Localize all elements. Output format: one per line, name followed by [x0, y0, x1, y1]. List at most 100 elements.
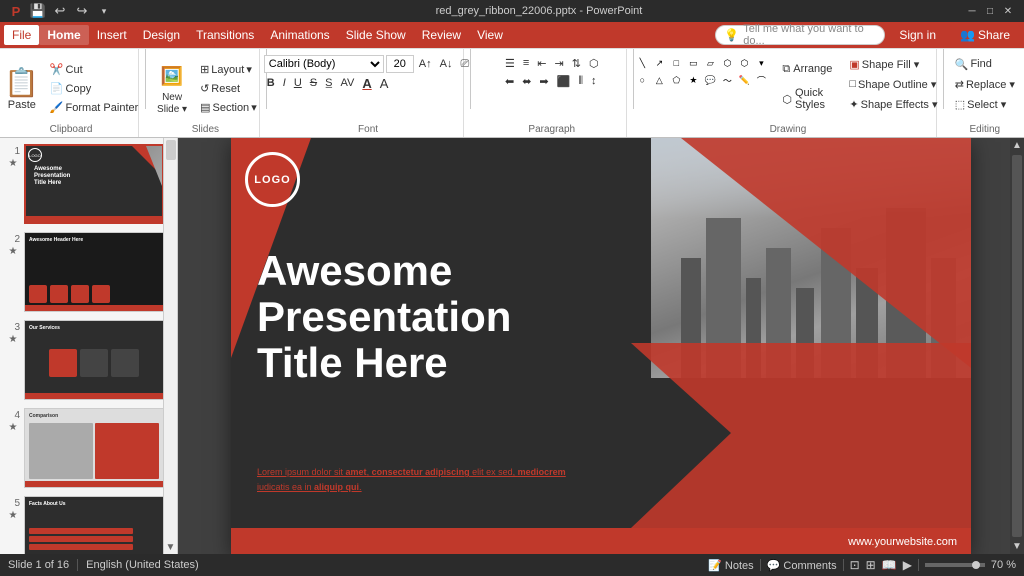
slide-preview-4[interactable]: Comparison	[24, 408, 164, 488]
font-color-highlight[interactable]: A	[377, 75, 392, 91]
numbered-list-button[interactable]: ≡	[520, 55, 532, 71]
font-color-a[interactable]: A	[359, 75, 374, 91]
menu-transitions[interactable]: Transitions	[188, 25, 262, 45]
shape-arrow[interactable]: ↗	[651, 55, 667, 71]
shape-curve[interactable]: 〜	[719, 72, 735, 88]
shape-circle[interactable]: ○	[634, 72, 650, 88]
shape-star[interactable]: ★	[685, 72, 701, 88]
menu-slideshow[interactable]: Slide Show	[338, 25, 414, 45]
font-name-select[interactable]: Calibri (Body)	[264, 55, 384, 73]
scroll-down-btn[interactable]: ▼	[164, 541, 177, 554]
underline-button[interactable]: U	[291, 75, 305, 91]
char-spacing-button[interactable]: AV	[337, 75, 357, 91]
slide-preview-3[interactable]: Our Services	[24, 320, 164, 400]
tell-me-input[interactable]: 💡 Tell me what you want to do...	[715, 25, 885, 45]
undo-button[interactable]: ↩	[50, 1, 70, 21]
find-button[interactable]: 🔍 Find	[951, 55, 996, 73]
convert-to-smartart[interactable]: ⬡	[586, 55, 602, 71]
scroll-thumb[interactable]	[166, 140, 176, 160]
reset-button[interactable]: ↺ Reset	[196, 80, 261, 98]
zoom-slider[interactable]	[925, 563, 985, 567]
shape-parallelogram[interactable]: ▱	[702, 55, 718, 71]
shape-effects-button[interactable]: ✦ Shape Effects ▾	[845, 95, 941, 113]
replace-button[interactable]: ⇄ Replace ▾	[951, 75, 1019, 93]
shape-outline-button[interactable]: □ Shape Outline ▾	[845, 75, 941, 93]
copy-button[interactable]: 📄 Copy	[46, 80, 142, 98]
strikethrough-button[interactable]: S	[307, 75, 320, 91]
shape-rounded-rect[interactable]: ▭	[685, 55, 701, 71]
decrease-font-button[interactable]: A↓	[437, 56, 456, 72]
line-spacing-button[interactable]: ↕	[588, 73, 600, 89]
slide-preview-2[interactable]: Awesome Header Here	[24, 232, 164, 312]
align-left-button[interactable]: ⬅	[502, 73, 517, 89]
slide-thumb-3[interactable]: 3 ★ Our Services	[4, 318, 173, 402]
redo-button[interactable]: ↪	[72, 1, 92, 21]
shape-hexagon[interactable]: ⬡	[736, 55, 752, 71]
customize-qat[interactable]: ▾	[94, 1, 114, 21]
menu-design[interactable]: Design	[135, 25, 188, 45]
shape-more[interactable]: ▾	[753, 55, 769, 71]
increase-font-button[interactable]: A↑	[416, 56, 435, 72]
shape-triangle[interactable]: △	[651, 72, 667, 88]
comments-button[interactable]: 💬 Comments	[767, 559, 837, 572]
increase-indent-button[interactable]: ⇥	[552, 55, 567, 71]
shape-fill-button[interactable]: ▣ Shape Fill ▾	[845, 55, 941, 73]
select-button[interactable]: ⬚ Select ▾	[951, 95, 1011, 113]
zoom-thumb[interactable]	[972, 561, 980, 569]
close-button[interactable]: ✕	[1000, 3, 1016, 19]
new-slide-button[interactable]: 🖼️ NewSlide ▾	[150, 60, 194, 118]
bold-button[interactable]: B	[264, 75, 278, 91]
section-button[interactable]: ▤ Section ▾	[196, 99, 261, 117]
bullets-button[interactable]: ☰	[502, 55, 518, 71]
justify-button[interactable]: ⬛	[554, 73, 574, 89]
canvas-area[interactable]: LOGO Awesome Presentation Title Here Lor…	[178, 138, 1024, 554]
slide-thumb-1[interactable]: 1 ★ LOGO AwesomePresentationTitle Here	[4, 142, 173, 226]
slide-preview-5[interactable]: Facts About Us	[24, 496, 164, 554]
canvas-scroll-thumb[interactable]	[1012, 155, 1022, 537]
shape-connector[interactable]: ⌒	[753, 72, 769, 88]
font-size-input[interactable]	[386, 55, 414, 73]
reading-view-button[interactable]: 📖	[882, 558, 897, 572]
shape-trapezoid[interactable]: ⬡	[719, 55, 735, 71]
italic-button[interactable]: I	[280, 75, 289, 91]
slide-thumb-4[interactable]: 4 ★ Comparison	[4, 406, 173, 490]
slide-title[interactable]: Awesome Presentation Title Here	[257, 248, 511, 387]
slide-canvas[interactable]: LOGO Awesome Presentation Title Here Lor…	[231, 138, 971, 554]
shadow-button[interactable]: S̲	[322, 75, 335, 91]
format-painter-button[interactable]: 🖌️ Format Painter	[46, 99, 142, 117]
align-center-button[interactable]: ⬌	[519, 73, 534, 89]
menu-view[interactable]: View	[469, 25, 511, 45]
shape-freeform[interactable]: ✏️	[736, 72, 752, 88]
scroll-down-arrow[interactable]: ▼	[1010, 539, 1024, 554]
shape-line[interactable]: ╲	[634, 55, 650, 71]
paste-button[interactable]: 📋 Paste	[0, 60, 44, 118]
shape-rect[interactable]: □	[668, 55, 684, 71]
menu-animations[interactable]: Animations	[262, 25, 337, 45]
quick-styles-button[interactable]: ⬡ Quick Styles	[776, 85, 838, 113]
slides-panel[interactable]: 1 ★ LOGO AwesomePresentationTitle Here 2…	[0, 138, 178, 554]
slide-thumb-5[interactable]: 5 ★ Facts About Us	[4, 494, 173, 554]
save-button[interactable]: 💾	[28, 1, 48, 21]
cut-button[interactable]: ✂️ Cut	[46, 61, 142, 79]
share-button[interactable]: 👥 Share	[950, 25, 1020, 45]
language-indicator[interactable]: English (United States)	[86, 559, 199, 571]
slides-scrollbar[interactable]: ▼	[163, 138, 177, 554]
scroll-up-arrow[interactable]: ▲	[1010, 138, 1024, 153]
shape-pentagon[interactable]: ⬠	[668, 72, 684, 88]
slide-subtitle[interactable]: Lorem ipsum dolor sit amet, consectetur …	[257, 465, 566, 494]
sign-in-button[interactable]: Sign in	[891, 26, 944, 44]
text-direction-button[interactable]: ⇅	[569, 55, 584, 71]
decrease-indent-button[interactable]: ⇤	[534, 55, 549, 71]
slideshow-button[interactable]: ▶	[903, 558, 912, 572]
arrange-button[interactable]: ⧉ Arrange	[776, 55, 838, 83]
menu-file[interactable]: File	[4, 25, 39, 45]
menu-home[interactable]: Home	[39, 25, 88, 45]
slide-preview-1[interactable]: LOGO AwesomePresentationTitle Here	[24, 144, 164, 224]
minimize-button[interactable]: ─	[964, 3, 980, 19]
slide-sorter-button[interactable]: ⊞	[866, 558, 876, 572]
align-right-button[interactable]: ➡	[536, 73, 551, 89]
columns-button[interactable]: ⫴	[575, 73, 586, 89]
menu-review[interactable]: Review	[414, 25, 469, 45]
notes-button[interactable]: 📝 Notes	[708, 559, 754, 572]
slide-thumb-2[interactable]: 2 ★ Awesome Header Here	[4, 230, 173, 314]
